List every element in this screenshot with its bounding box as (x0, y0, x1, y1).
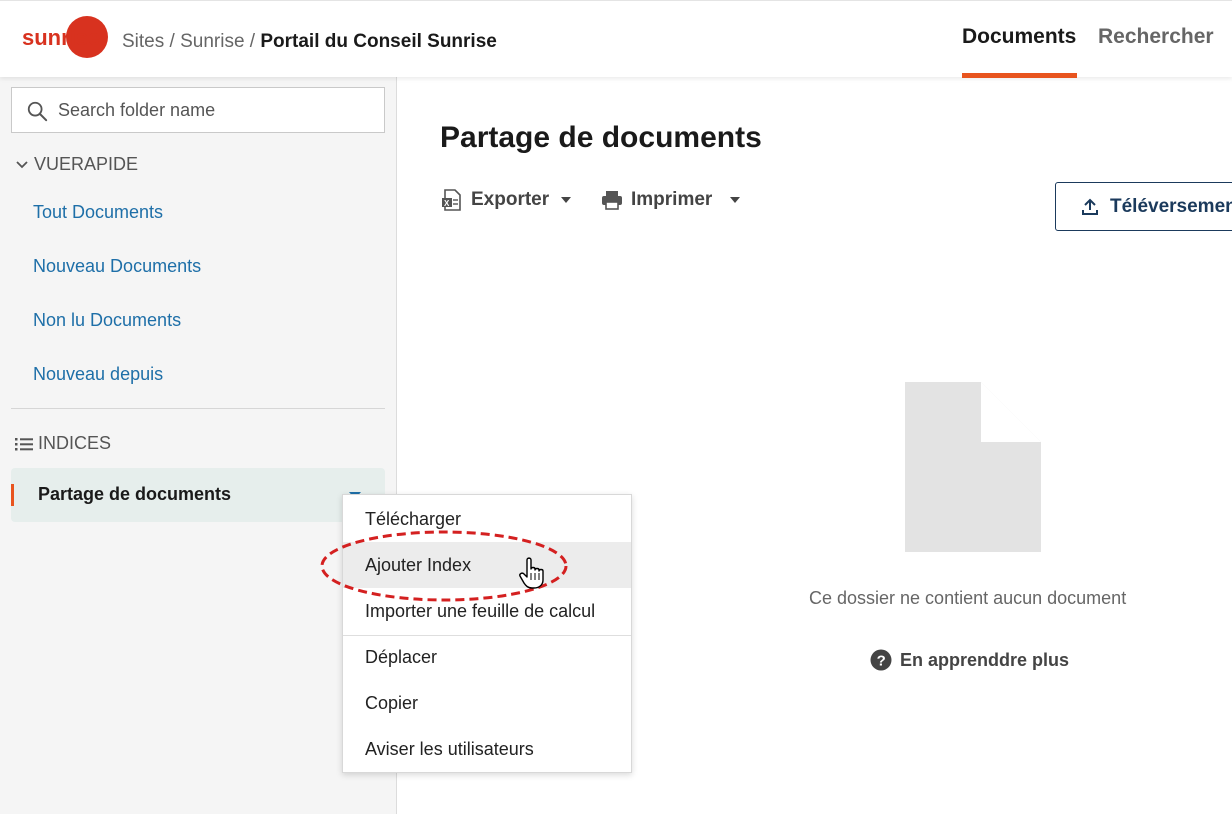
export-button[interactable]: X Exporter (441, 189, 572, 211)
document-icon (905, 382, 1041, 552)
menu-item-move[interactable]: Déplacer (343, 634, 631, 680)
menu-item-import-spreadsheet[interactable]: Importer une feuille de calcul (343, 588, 631, 634)
quick-view-title: VUERAPIDE (34, 154, 139, 174)
quick-link-new-documents[interactable]: Nouveau Documents (33, 256, 201, 277)
quick-link-unread-documents[interactable]: Non lu Documents (33, 310, 181, 331)
list-icon (15, 437, 33, 450)
svg-text:X: X (444, 199, 450, 208)
quick-link-new-since[interactable]: Nouveau depuis (33, 364, 163, 385)
index-item-label: Partage de documents (38, 484, 232, 504)
page-title: Partage de documents (440, 121, 762, 154)
sunrise-logo[interactable]: sunrise (20, 15, 112, 61)
indices-header: INDICES (14, 433, 111, 454)
learn-more-link[interactable]: ? En apprenddre plus (870, 649, 1069, 671)
upload-icon (1082, 198, 1098, 215)
upload-label: Téléversement (1110, 195, 1232, 217)
indices-title: INDICES (38, 433, 112, 453)
menu-item-add-index[interactable]: Ajouter Index (343, 542, 631, 588)
search-icon (27, 101, 48, 122)
upload-button[interactable]: Téléversement (1055, 182, 1232, 231)
selected-indicator (11, 484, 14, 506)
excel-icon: X (442, 189, 461, 211)
breadcrumb-separator: / (249, 31, 256, 52)
quick-view-header[interactable]: VUERAPIDE (14, 154, 138, 175)
folder-search[interactable] (11, 87, 385, 133)
printer-icon (602, 191, 622, 210)
learn-more-label: En apprenddre plus (900, 649, 1070, 670)
breadcrumb-separator: / (169, 31, 175, 52)
svg-text:sunrise: sunrise (22, 25, 100, 50)
search-input[interactable] (58, 96, 374, 124)
caret-down-icon (561, 197, 572, 203)
export-label: Exporter (471, 189, 550, 210)
menu-item-copy[interactable]: Copier (343, 680, 631, 726)
active-tab-indicator (962, 73, 1077, 78)
index-item-partage[interactable]: Partage de documents (11, 468, 385, 522)
print-button[interactable]: Imprimer (601, 189, 741, 211)
app-header: sunrise Sites / Sunrise / Portail du Con… (0, 0, 1232, 78)
index-context-menu: Télécharger Ajouter Index Importer une f… (342, 494, 632, 773)
menu-item-download[interactable]: Télécharger (343, 496, 631, 542)
hand-cursor-icon (519, 557, 544, 589)
breadcrumb-current: Portail du Conseil Sunrise (260, 31, 497, 52)
tab-documents[interactable]: Documents (962, 25, 1076, 49)
menu-item-notify-users[interactable]: Aviser les utilisateurs (343, 726, 631, 772)
tab-rechercher[interactable]: Rechercher (1098, 25, 1214, 49)
breadcrumb-sunrise[interactable]: Sunrise (180, 31, 244, 52)
chevron-down-icon (16, 160, 28, 168)
breadcrumb: Sites / Sunrise / Portail du Conseil Sun… (122, 31, 497, 53)
sidebar: VUERAPIDE Tout Documents Nouveau Documen… (0, 77, 397, 814)
print-label: Imprimer (631, 189, 713, 210)
caret-down-icon (730, 197, 741, 203)
breadcrumb-sites[interactable]: Sites (122, 31, 164, 52)
sidebar-divider (11, 408, 385, 409)
quick-link-all-documents[interactable]: Tout Documents (33, 202, 163, 223)
help-icon: ? (870, 649, 892, 671)
svg-text:?: ? (877, 653, 886, 670)
empty-state-message: Ce dossier ne contient aucun document (809, 588, 1127, 608)
